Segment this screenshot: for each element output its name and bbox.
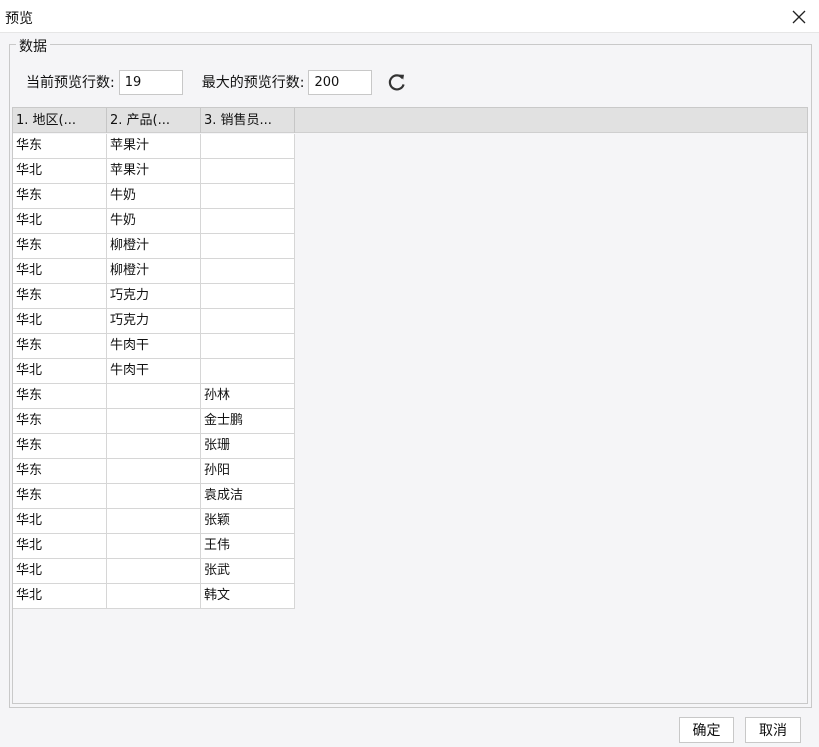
grid-header: 1. 地区(... 2. 产品(... 3. 销售员... <box>13 108 807 133</box>
table-cell[interactable] <box>107 459 201 484</box>
group-label: 数据 <box>16 36 50 56</box>
table-cell[interactable]: 牛肉干 <box>107 359 201 384</box>
table-cell[interactable] <box>107 434 201 459</box>
cancel-button[interactable]: 取消 <box>745 717 801 743</box>
table-cell[interactable] <box>107 484 201 509</box>
close-button[interactable] <box>779 0 819 33</box>
window-title: 预览 <box>5 11 33 27</box>
max-rows-label: 最大的预览行数: <box>201 75 305 91</box>
table-cell[interactable]: 韩文 <box>201 584 295 609</box>
table-cell[interactable] <box>107 509 201 534</box>
table-cell[interactable]: 华东 <box>13 384 107 409</box>
table-cell[interactable]: 巧克力 <box>107 309 201 334</box>
table-cell[interactable]: 华北 <box>13 559 107 584</box>
column-header-product[interactable]: 2. 产品(... <box>107 108 201 133</box>
table-cell[interactable] <box>201 234 295 259</box>
table-cell[interactable]: 苹果汁 <box>107 159 201 184</box>
table-cell[interactable]: 牛奶 <box>107 184 201 209</box>
table-cell[interactable]: 牛肉干 <box>107 334 201 359</box>
table-cell[interactable]: 华北 <box>13 159 107 184</box>
current-rows-input[interactable] <box>118 69 183 95</box>
ok-button[interactable]: 确定 <box>679 717 734 743</box>
table-cell[interactable]: 柳橙汁 <box>107 259 201 284</box>
table-cell[interactable] <box>201 184 295 209</box>
table-cell[interactable]: 巧克力 <box>107 284 201 309</box>
close-icon <box>792 10 806 23</box>
table-cell[interactable]: 华东 <box>13 409 107 434</box>
table-cell[interactable]: 华北 <box>13 584 107 609</box>
table-cell[interactable]: 张珊 <box>201 434 295 459</box>
table-cell[interactable]: 华东 <box>13 184 107 209</box>
table-cell[interactable]: 华北 <box>13 309 107 334</box>
table-cell[interactable]: 华东 <box>13 484 107 509</box>
table-cell[interactable]: 华北 <box>13 259 107 284</box>
table-cell[interactable]: 华东 <box>13 459 107 484</box>
table-cell[interactable]: 柳橙汁 <box>107 234 201 259</box>
table-cell[interactable] <box>201 159 295 184</box>
refresh-button[interactable] <box>386 71 408 93</box>
table-cell[interactable]: 苹果汁 <box>107 134 201 159</box>
table-cell[interactable] <box>107 384 201 409</box>
table-cell[interactable] <box>107 559 201 584</box>
table-cell[interactable]: 张武 <box>201 559 295 584</box>
table-cell[interactable] <box>201 309 295 334</box>
preview-grid[interactable]: 1. 地区(... 2. 产品(... 3. 销售员... 华东 苹果汁 华北 苹果汁… <box>12 107 808 704</box>
table-cell[interactable]: 孙阳 <box>201 459 295 484</box>
table-cell[interactable] <box>107 534 201 559</box>
table-cell[interactable]: 华东 <box>13 434 107 459</box>
table-cell[interactable]: 华北 <box>13 509 107 534</box>
table-cell[interactable]: 华东 <box>13 284 107 309</box>
table-cell[interactable]: 张颖 <box>201 509 295 534</box>
table-cell[interactable]: 袁成洁 <box>201 484 295 509</box>
table-cell[interactable]: 王伟 <box>201 534 295 559</box>
table-cell[interactable]: 华北 <box>13 359 107 384</box>
table-cell[interactable]: 金士鹏 <box>201 409 295 434</box>
table-cell[interactable]: 华北 <box>13 534 107 559</box>
table-cell[interactable] <box>201 259 295 284</box>
table-cell[interactable] <box>107 584 201 609</box>
table-cell[interactable]: 华北 <box>13 209 107 234</box>
column-header-region[interactable]: 1. 地区(... <box>13 108 107 133</box>
table-cell[interactable]: 孙林 <box>201 384 295 409</box>
preview-settings-row: 当前预览行数: 最大的预览行数: <box>26 69 408 95</box>
table-cell[interactable]: 华东 <box>13 334 107 359</box>
table-cell[interactable] <box>201 334 295 359</box>
max-rows-input[interactable] <box>308 69 373 95</box>
table-cell[interactable] <box>201 134 295 159</box>
table-cell[interactable] <box>201 284 295 309</box>
table-cell[interactable] <box>201 209 295 234</box>
table-cell[interactable]: 牛奶 <box>107 209 201 234</box>
title-bar: 预览 <box>0 0 819 33</box>
table-cell[interactable]: 华东 <box>13 234 107 259</box>
column-header-salesperson[interactable]: 3. 销售员... <box>201 108 295 133</box>
current-rows-label: 当前预览行数: <box>26 75 115 91</box>
refresh-icon <box>389 74 406 91</box>
table-cell[interactable]: 华东 <box>13 134 107 159</box>
table-cell[interactable] <box>201 359 295 384</box>
table-cell[interactable] <box>107 409 201 434</box>
